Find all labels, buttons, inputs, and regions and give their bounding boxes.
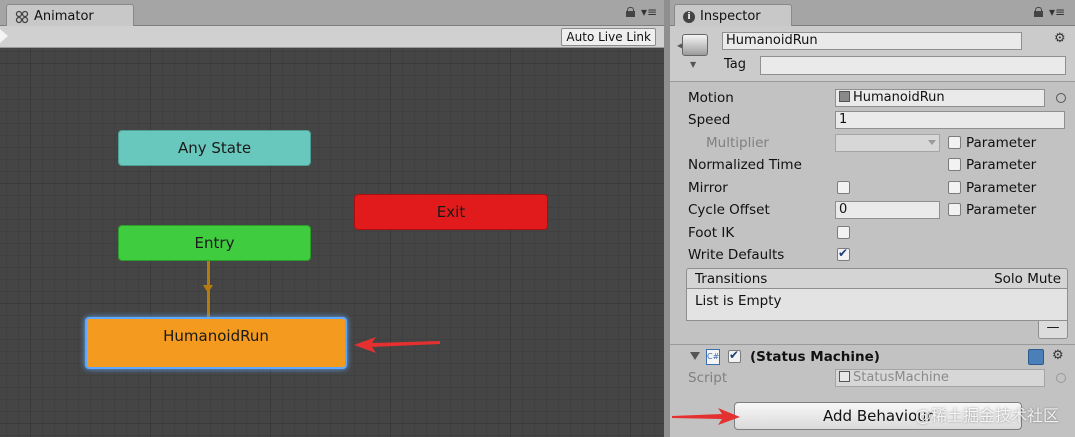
script-label: Script [688,370,728,386]
foot-ik-row: Foot IK [688,223,1068,243]
motion-value: HumanoidRun [853,90,945,105]
tab-inspector[interactable]: i Inspector [674,4,792,26]
script-field: StatusMachine [835,369,1045,387]
breadcrumb-arrow-icon[interactable] [0,29,8,43]
script-value: StatusMachine [853,370,949,385]
normalized-time-parameter-label: Parameter [966,157,1037,173]
speed-row: Speed 1 [688,110,1068,130]
motion-row: Motion HumanoidRun [688,88,1068,108]
transitions-list: Transitions Solo Mute List is Empty — [686,268,1068,342]
multiplier-row: Multiplier Parameter [688,133,1068,153]
animator-window: Animator ▾≡ Auto Live Link Any State Ent… [0,0,664,437]
lock-icon[interactable] [1034,7,1043,17]
cycle-offset-field[interactable]: 0 [835,201,940,219]
foot-ik-checkbox[interactable] [837,226,850,239]
write-defaults-checkbox[interactable] [837,246,850,261]
chevron-down-icon: ▼ [690,60,697,69]
behaviour-header: C# (Status Machine) ⚙ [670,344,1075,368]
normalized-time-parameter-checkbox[interactable] [948,158,961,171]
object-picker-icon[interactable] [1056,93,1066,103]
window-menu-icon[interactable]: ▾≡ [641,6,657,18]
lock-icon[interactable] [626,7,635,17]
entry-node[interactable]: Entry [118,225,311,261]
animator-icon [15,10,29,23]
state-name-field[interactable]: HumanoidRun [722,32,1022,50]
write-defaults-label: Write Defaults [688,247,785,263]
transition-arrow-icon [203,285,213,293]
speed-field[interactable]: 1 [835,111,1065,129]
watermark: @稀土掘金技术社区 [914,406,1059,425]
script-row: Script StatusMachine [688,368,1068,388]
annotation-arrow-icon [354,337,440,353]
help-book-icon[interactable] [1028,349,1044,365]
script-file-icon [839,371,850,382]
transitions-body: List is Empty [686,289,1068,321]
foot-ik-label: Foot IK [688,225,735,241]
motion-field[interactable]: HumanoidRun [835,89,1045,107]
gear-icon[interactable]: ⚙ [1054,31,1066,46]
list-empty-text: List is Empty [695,293,782,309]
inspector-window: i Inspector ▾≡ ◀ ▼ HumanoidRun ⚙ Tag Mot… [670,0,1075,437]
animator-toolbar: Auto Live Link [0,26,664,48]
remove-transition-button[interactable]: — [1038,321,1068,339]
exit-node[interactable]: Exit [354,194,548,230]
inspector-tabbar: i Inspector ▾≡ [670,0,1075,26]
state-icon [682,34,708,56]
multiplier-label: Multiplier [706,135,769,151]
auto-live-link-button[interactable]: Auto Live Link [561,28,656,46]
tag-label: Tag [724,57,747,72]
window-menu-icon[interactable]: ▾≡ [1049,6,1065,18]
object-picker-icon [1056,373,1066,383]
animator-window-tools: ▾≡ [626,6,657,18]
animation-clip-icon [839,91,850,102]
mirror-parameter-checkbox[interactable] [948,181,961,194]
csharp-script-icon: C# [706,349,720,365]
mirror-checkbox[interactable] [837,181,850,194]
state-machine-graph[interactable]: Any State Entry Exit HumanoidRun [0,48,664,437]
transitions-header: Transitions Solo Mute [686,268,1068,289]
tab-animator[interactable]: Animator [6,4,134,26]
info-icon: i [683,10,695,23]
cycle-offset-row: Cycle Offset 0 Parameter [688,200,1068,220]
write-defaults-row: Write Defaults [688,245,1068,265]
speed-label: Speed [688,112,731,128]
normalized-time-row: Normalized Time Parameter [688,155,1068,175]
behaviour-title: (Status Machine) [750,349,880,365]
multiplier-parameter-checkbox[interactable] [948,136,961,149]
any-state-node[interactable]: Any State [118,130,311,166]
dropdown-arrow-icon [928,140,936,145]
annotation-arrow-icon [672,408,740,425]
cycle-offset-parameter-checkbox[interactable] [948,203,961,216]
multiplier-parameter-label: Parameter [966,135,1037,151]
tag-field[interactable] [760,56,1066,75]
inspector-window-tools: ▾≡ [1034,6,1065,18]
tab-inspector-label: Inspector [700,9,761,24]
motion-label: Motion [688,90,734,106]
mirror-row: Mirror Parameter [688,178,1068,198]
animator-tabbar: Animator ▾≡ [0,0,664,26]
mirror-parameter-label: Parameter [966,180,1037,196]
inspector-header: ◀ ▼ HumanoidRun ⚙ Tag [670,26,1075,82]
cycle-offset-parameter-label: Parameter [966,202,1037,218]
behaviour-enabled-checkbox[interactable] [728,348,741,363]
transitions-header-label: Transitions [695,271,768,287]
humanoid-run-state-node[interactable]: HumanoidRun [85,317,347,369]
mirror-label: Mirror [688,180,728,196]
gear-icon[interactable]: ⚙ [1052,348,1064,363]
multiplier-dropdown [835,134,940,152]
foldout-arrow-icon[interactable] [690,352,700,360]
normalized-time-label: Normalized Time [688,157,802,173]
solo-mute-label: Solo Mute [994,271,1061,287]
tab-animator-label: Animator [34,9,94,24]
cycle-offset-label: Cycle Offset [688,202,770,218]
